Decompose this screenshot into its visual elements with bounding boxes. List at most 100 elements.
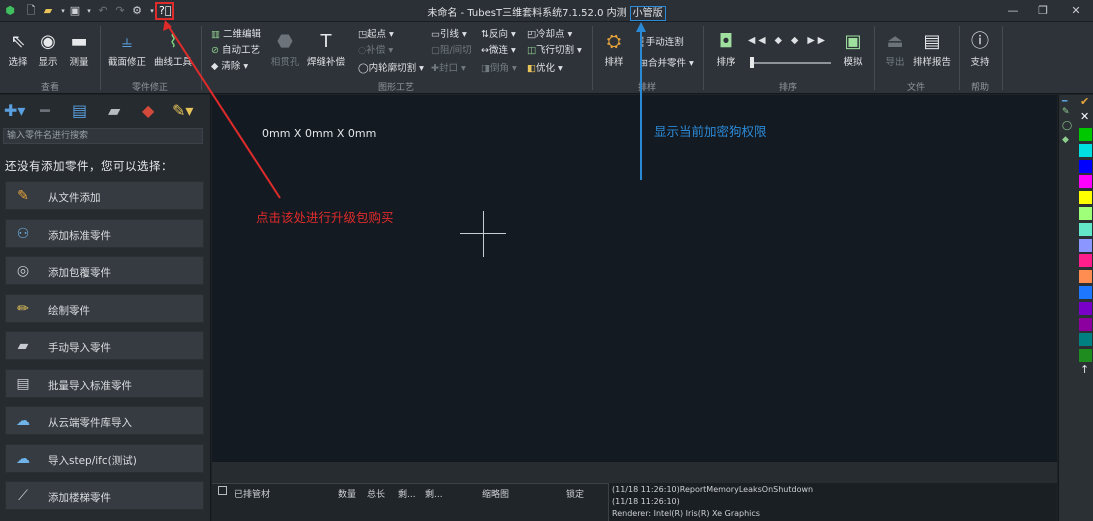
add-part-action-label: 从云端零件库导入: [48, 417, 132, 429]
edit-list-icon[interactable]: ✎▾: [172, 101, 193, 120]
color-swatch[interactable]: [1079, 207, 1092, 220]
bevel-hole-button[interactable]: ⬣ 相贯孔: [268, 30, 302, 68]
cool-point-button[interactable]: ◰冷却点 ▾: [527, 28, 572, 42]
color-swatch[interactable]: [1079, 333, 1092, 347]
clear-button[interactable]: ◆ 清除 ▾: [211, 60, 248, 74]
sort-icon: ◘: [718, 31, 734, 52]
col-header-remain-1[interactable]: 剩...: [398, 487, 416, 500]
fly-cut-button[interactable]: ◫飞行切割 ▾: [527, 44, 582, 58]
ribbon: ⇖ 选择 ◉ 显示 ▬ 测量 查看 ⫨ 截面修正 ⌇ 曲线工具 零件修正 ▥ 二维编辑 ⊘…: [0, 22, 1093, 94]
edit-2d-button[interactable]: ▥ 二维编辑: [211, 28, 261, 42]
close-layer-icon[interactable]: ✕: [1080, 110, 1089, 123]
edition-badge[interactable]: 小管版: [629, 6, 666, 21]
reverse-button[interactable]: ⇅反向 ▾: [481, 28, 516, 42]
add-part-action[interactable]: ⚇ 添加标准零件: [5, 218, 204, 248]
color-swatch[interactable]: [1079, 159, 1092, 173]
seal-button[interactable]: ✚封口 ▾: [431, 62, 466, 76]
sort-button[interactable]: ◘ 排序: [712, 30, 740, 68]
select-button[interactable]: ⇖ 选择: [6, 30, 30, 68]
remove-part-icon[interactable]: ━: [40, 101, 50, 120]
support-button[interactable]: ⓘ 支持: [966, 30, 994, 68]
add-part-action[interactable]: ☁ 从云端零件库导入: [5, 406, 204, 435]
color-swatch[interactable]: [1079, 301, 1092, 315]
color-swatch[interactable]: [1079, 191, 1092, 205]
chamfer-icon: ◨: [481, 63, 490, 74]
add-part-action[interactable]: ◎ 添加包覆零件: [5, 256, 204, 285]
auto-process-button[interactable]: ⊘ 自动工艺: [211, 44, 260, 58]
color-swatch[interactable]: [1079, 128, 1092, 141]
simulate-button[interactable]: ▣ 模拟: [838, 30, 868, 68]
layer-eraser-icon[interactable]: ◆: [1062, 135, 1069, 145]
compensation-button[interactable]: ◌补偿 ▾: [358, 44, 393, 58]
start-point-button[interactable]: ◳起点 ▾: [358, 28, 394, 42]
export-button[interactable]: ⏏ 导出: [881, 30, 909, 68]
select-all-checkbox[interactable]: [218, 486, 227, 495]
import-list-icon[interactable]: ▤: [72, 101, 87, 120]
color-swatch[interactable]: [1079, 143, 1092, 157]
inner-contour-cut-button[interactable]: ◯内轮廓切割 ▾: [358, 62, 424, 76]
color-swatch[interactable]: [1079, 222, 1092, 236]
layer-pen-icon[interactable]: ✎: [1062, 107, 1070, 117]
add-part-action[interactable]: ✎ 从文件添加: [5, 181, 204, 210]
col-header-qty[interactable]: 数量: [338, 487, 356, 500]
micro-link-button[interactable]: ↔微连 ▾: [481, 44, 516, 58]
manual-link-button[interactable]: ┆手动连割: [640, 36, 684, 50]
col-header-thumbnail[interactable]: 缩略图: [482, 487, 509, 500]
color-swatch[interactable]: [1079, 270, 1092, 284]
bevel-hole-label: 相贯孔: [270, 57, 300, 68]
playback-controls[interactable]: ◀◀ ◆ ◆ ▶▶: [748, 34, 828, 48]
color-swatch[interactable]: [1079, 349, 1092, 363]
color-swatch[interactable]: [1079, 254, 1092, 268]
add-part-action[interactable]: ▰ 手动导入零件: [5, 331, 204, 360]
measure-button[interactable]: ▬ 测量: [66, 30, 92, 68]
add-part-action[interactable]: ▤ 批量导入标准零件: [5, 368, 204, 398]
display-button[interactable]: ◉ 显示: [35, 30, 61, 68]
col-header-length[interactable]: 总长: [367, 487, 385, 500]
part-search-input[interactable]: 输入零件名进行搜索: [3, 128, 203, 144]
standard-parts-icon: ⚇: [16, 225, 30, 242]
add-part-action[interactable]: ☁ 导入step/ifc(测试): [5, 443, 204, 473]
nest-report-button[interactable]: ▤ 排样报告: [912, 30, 952, 68]
merge-parts-button[interactable]: ⊞合并零件 ▾: [640, 57, 694, 71]
curve-tool-button[interactable]: ⌇ 曲线工具: [153, 30, 193, 68]
title-bar: ⬢ 🗋 ▰ ▾ ▣ ▾ ↶ ↷ ⚙ ▾ ?⃝ 未命名 - TubesT三维套料系…: [0, 0, 1093, 22]
add-part-action[interactable]: ⟋ 添加楼梯零件: [5, 481, 204, 510]
part-block-icon[interactable]: ◆: [142, 101, 154, 120]
gap-cut-label: 阻/间切: [439, 45, 472, 56]
log-line: (11/18 11:26:10)ReportMemoryLeaksOnShutd…: [612, 485, 814, 494]
sort-progress-slider[interactable]: [751, 62, 831, 64]
gap-cut-button[interactable]: ▢阻/间切: [431, 44, 472, 58]
nest-button[interactable]: ⛭ 排样: [600, 30, 628, 68]
close-icon[interactable]: ✕: [1063, 2, 1089, 20]
part-list-panel: ✚▾ ━ ▤ ▰ ◆ ✎▾ 输入零件名进行搜索 还没有添加零件，您可以选择： ✎…: [0, 95, 211, 521]
col-header-remain-2[interactable]: 剩...: [425, 487, 443, 500]
3d-canvas[interactable]: 0mm X 0mm X 0mm 点击该处进行升级包购买 显示当前加密狗权限: [212, 95, 1057, 461]
add-part-action[interactable]: ✏ 绘制零件: [5, 293, 204, 323]
layer-circle-icon[interactable]: ◯: [1062, 121, 1072, 131]
horizontal-divider[interactable]: [212, 461, 1057, 483]
layer-handle-icon[interactable]: ━: [1062, 97, 1067, 107]
optimize-button[interactable]: ◧优化 ▾: [527, 62, 563, 76]
color-swatch[interactable]: [1079, 317, 1092, 331]
section-fix-button[interactable]: ⫨ 截面修正: [107, 30, 147, 68]
check-icon[interactable]: ✔: [1080, 95, 1089, 108]
minimize-icon[interactable]: —: [1000, 2, 1026, 20]
tube-icon[interactable]: ▰: [108, 101, 120, 120]
empty-hint: 还没有添加零件，您可以选择：: [5, 159, 173, 173]
col-header-nested[interactable]: 已排管材: [234, 487, 270, 500]
lead-line-button[interactable]: ▭引线 ▾: [431, 28, 467, 42]
weld-comp-button[interactable]: T 焊缝补偿: [306, 30, 346, 68]
merge-icon: ⊞: [640, 58, 648, 69]
color-swatch[interactable]: [1079, 238, 1092, 252]
color-swatch[interactable]: [1079, 286, 1092, 299]
step-forward-icon: ◆: [791, 35, 802, 46]
slider-handle[interactable]: [750, 57, 754, 68]
restore-icon[interactable]: ❐: [1030, 2, 1056, 20]
color-swatch[interactable]: [1079, 175, 1092, 189]
weld-icon: T: [320, 31, 332, 52]
col-header-lock[interactable]: 锁定: [566, 487, 584, 500]
compensation-label: 补偿: [366, 45, 386, 56]
chamfer-button[interactable]: ◨倒角 ▾: [481, 62, 517, 76]
add-part-icon[interactable]: ✚▾: [4, 101, 25, 120]
arrow-up-icon[interactable]: ↑: [1080, 363, 1089, 376]
